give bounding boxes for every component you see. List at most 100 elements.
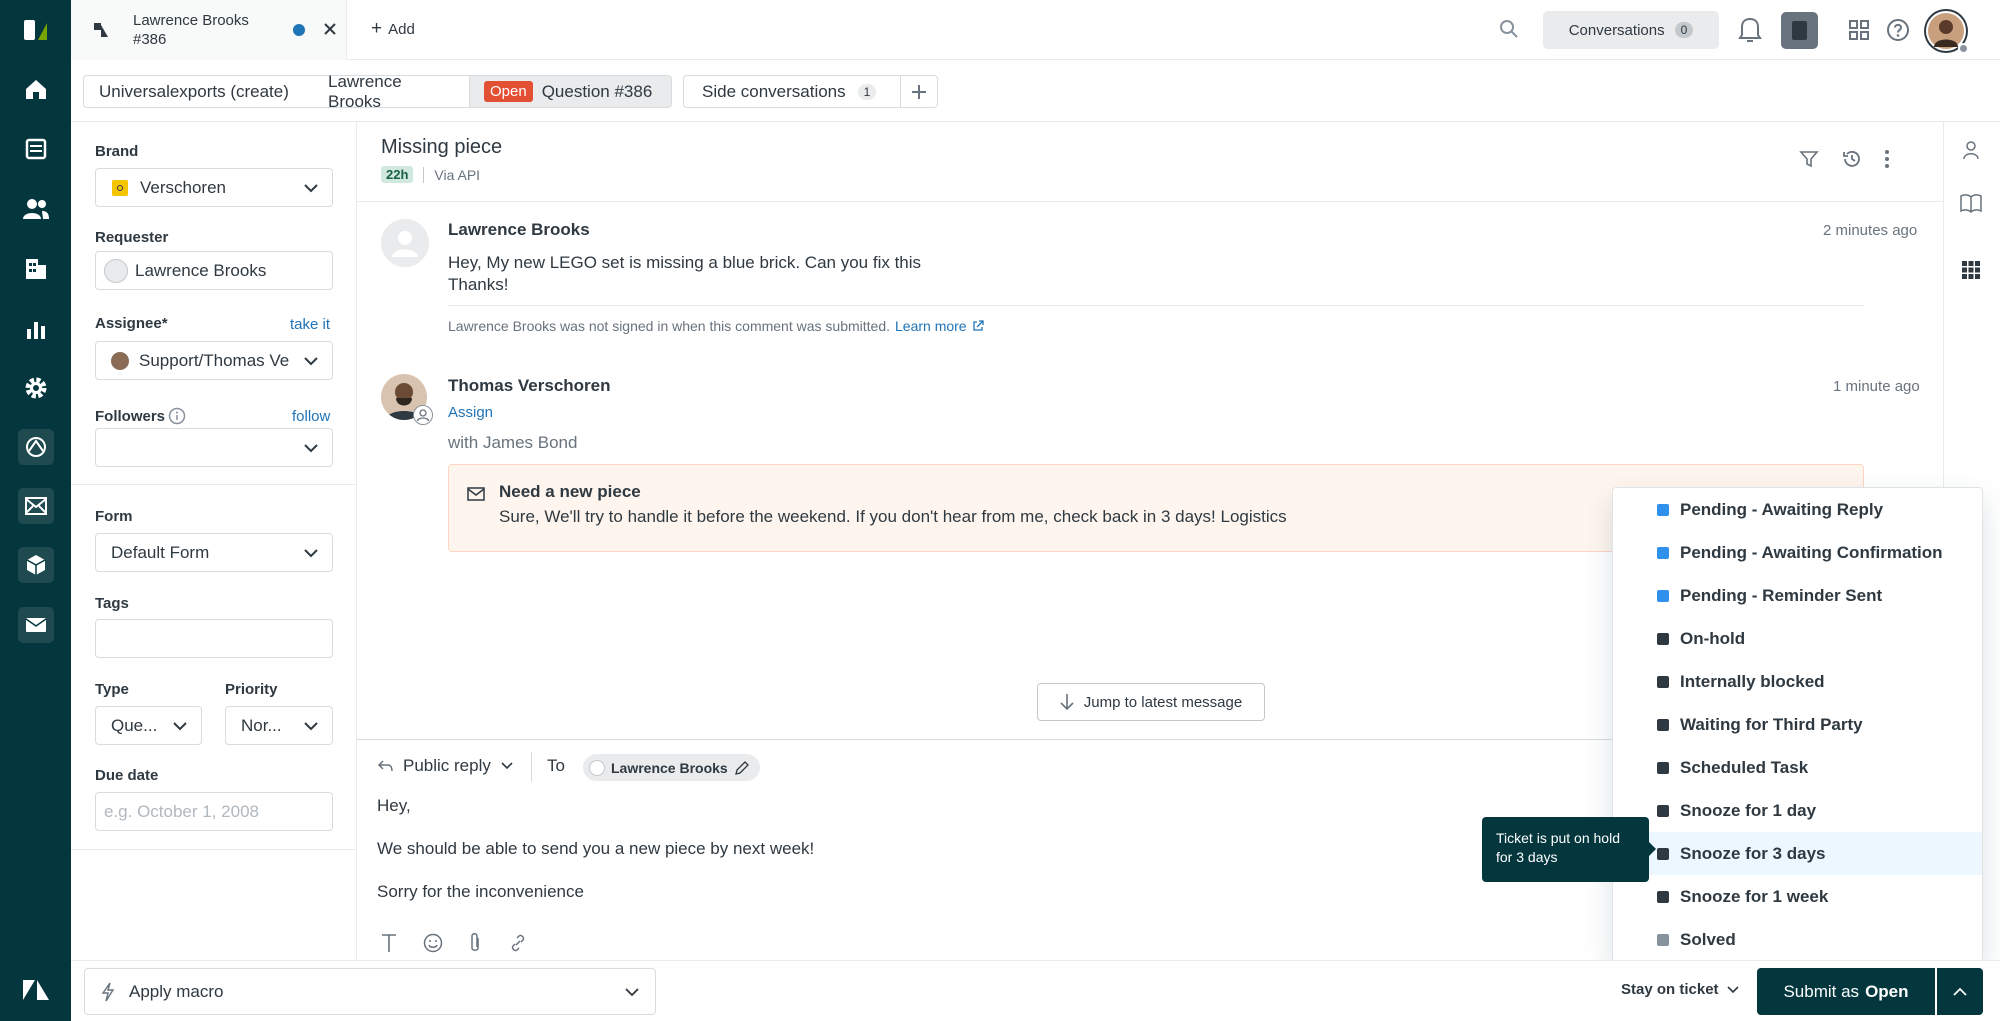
notifications-bell-icon[interactable] (1736, 13, 1764, 47)
app-triangle-icon[interactable] (18, 429, 54, 465)
status-option-waiting-for-third-party[interactable]: Waiting for Third Party (1613, 703, 1982, 746)
ticket-tab[interactable]: Lawrence Brooks #386 (71, 0, 347, 60)
requester-field[interactable]: Lawrence Brooks (95, 251, 333, 290)
conversations-count: 0 (1674, 22, 1694, 38)
breadcrumb-organization[interactable]: Universalexports (create) (83, 75, 314, 108)
message-author[interactable]: Thomas Verschoren (448, 376, 611, 396)
home-icon[interactable] (18, 71, 54, 107)
product-nav (0, 0, 71, 1021)
status-option-solved[interactable]: Solved (1613, 918, 1982, 961)
plus-icon: + (371, 18, 383, 39)
emoji-icon[interactable] (423, 933, 443, 953)
side-conversations-button[interactable]: Side conversations 1 (683, 75, 901, 108)
chevron-down-icon (1726, 985, 1739, 993)
apply-macro-select[interactable]: Apply macro (84, 968, 656, 1015)
status-option-pending-reminder-sent[interactable]: Pending - Reminder Sent (1613, 574, 1982, 617)
status-color-swatch (1657, 590, 1669, 602)
learn-more-link[interactable]: Learn more (895, 318, 967, 334)
side-conversation-with: with James Bond (448, 433, 578, 452)
context-panel-toggle-icon[interactable] (1781, 12, 1818, 49)
take-it-link[interactable]: take it (290, 316, 330, 333)
message-author[interactable]: Lawrence Brooks (448, 220, 590, 240)
follow-link[interactable]: follow (292, 408, 330, 425)
jump-to-latest-button[interactable]: Jump to latest message (1037, 683, 1265, 721)
assign-link[interactable]: Assign (448, 404, 493, 421)
type-select[interactable]: Que... (95, 706, 202, 745)
admin-gear-icon[interactable] (18, 370, 54, 406)
external-link-icon (972, 320, 984, 331)
due-date-input[interactable]: e.g. October 1, 2008 (95, 792, 333, 831)
tags-input[interactable] (95, 619, 333, 658)
conversations-button[interactable]: Conversations 0 (1543, 11, 1719, 49)
composer-line[interactable]: Hey, (377, 796, 411, 816)
breadcrumb-requester[interactable]: Lawrence Brooks (313, 72, 471, 111)
status-color-swatch (1657, 547, 1669, 559)
status-color-swatch (1657, 676, 1669, 688)
submit-status-toggle[interactable] (1937, 968, 1983, 1015)
status-option-scheduled-task[interactable]: Scheduled Task (1613, 746, 1982, 789)
recipient-avatar-icon (589, 759, 605, 776)
status-color-swatch (1657, 719, 1669, 731)
message-time: 2 minutes ago (1823, 222, 1918, 239)
status-color-swatch (1657, 504, 1669, 516)
status-option-snooze-1-week[interactable]: Snooze for 1 week (1613, 875, 1982, 918)
knowledge-book-icon[interactable] (1960, 193, 1982, 213)
user-avatar[interactable] (1926, 11, 1969, 54)
status-option-pending-awaiting-confirmation[interactable]: Pending - Awaiting Confirmation (1613, 531, 1982, 574)
ticket-subject[interactable]: Missing piece (381, 136, 502, 159)
search-icon[interactable] (1499, 19, 1519, 39)
plus-icon (912, 84, 926, 99)
composer-line[interactable]: Sorry for the inconvenience (377, 882, 584, 902)
chevron-down-icon (173, 722, 187, 731)
status-option-pending-awaiting-reply[interactable]: Pending - Awaiting Reply (1613, 488, 1982, 531)
organizations-icon[interactable] (18, 251, 54, 287)
assignee-select[interactable]: Support/Thomas Ve (95, 341, 333, 380)
divider (357, 201, 1943, 202)
reporting-icon[interactable] (18, 311, 54, 347)
customers-icon[interactable] (18, 191, 54, 227)
text-format-icon[interactable] (381, 933, 397, 953)
composer-line[interactable]: We should be able to send you a new piec… (377, 839, 814, 859)
reply-mode-select[interactable]: Public reply (377, 756, 513, 776)
filter-icon[interactable] (1799, 149, 1819, 169)
submit-button[interactable]: Submit as Open (1757, 968, 1935, 1015)
ticket-breadcrumbs: Universalexports (create) Lawrence Brook… (71, 60, 2000, 122)
status-color-swatch (1657, 891, 1669, 903)
customer-context-icon[interactable] (1961, 140, 1981, 160)
status-option-snooze-1-day[interactable]: Snooze for 1 day (1613, 789, 1982, 832)
reply-mode-label: Public reply (403, 756, 491, 775)
close-tab-icon[interactable] (323, 19, 337, 39)
brand-select[interactable]: Verschoren (95, 168, 333, 207)
new-side-conversation-button[interactable] (900, 75, 938, 108)
form-select[interactable]: Default Form (95, 533, 333, 572)
app-mail-icon[interactable] (18, 488, 54, 524)
views-icon[interactable] (18, 131, 54, 167)
more-options-icon[interactable] (1884, 149, 1890, 169)
help-icon[interactable] (1886, 18, 1910, 42)
apps-grid-icon[interactable] (1849, 20, 1869, 40)
chevron-down-icon (304, 722, 318, 731)
message-body-line: Hey, My new LEGO set is missing a blue b… (448, 253, 922, 272)
top-bar: Lawrence Brooks #386 + Add Conversations… (71, 0, 2000, 60)
apps-icon[interactable] (1962, 261, 1980, 279)
info-icon[interactable] (168, 407, 186, 425)
breadcrumb-ticket[interactable]: Open Question #386 (469, 75, 672, 108)
add-tab-button[interactable]: + Add (371, 18, 415, 40)
attachment-icon[interactable] (468, 932, 482, 954)
app-envelope-icon[interactable] (18, 607, 54, 643)
status-option-internally-blocked[interactable]: Internally blocked (1613, 660, 1982, 703)
history-icon[interactable] (1841, 148, 1863, 170)
followers-select[interactable] (95, 428, 333, 467)
app-cube-icon[interactable] (18, 547, 54, 583)
recipient-chip[interactable]: Lawrence Brooks (583, 754, 760, 781)
link-icon[interactable] (508, 933, 528, 953)
form-value: Default Form (111, 542, 210, 562)
zendesk-logo-icon[interactable] (18, 972, 54, 1008)
status-option-snooze-3-days[interactable]: Snooze for 3 days (1613, 832, 1982, 875)
status-color-swatch (1657, 848, 1669, 860)
status-option-on-hold[interactable]: On-hold (1613, 617, 1982, 660)
priority-select[interactable]: Nor... (225, 706, 333, 745)
zendesk-support-logo-icon[interactable] (18, 12, 54, 48)
ticket-tab-number: #386 (133, 31, 167, 48)
stay-on-ticket-select[interactable]: Stay on ticket (1621, 981, 1739, 998)
